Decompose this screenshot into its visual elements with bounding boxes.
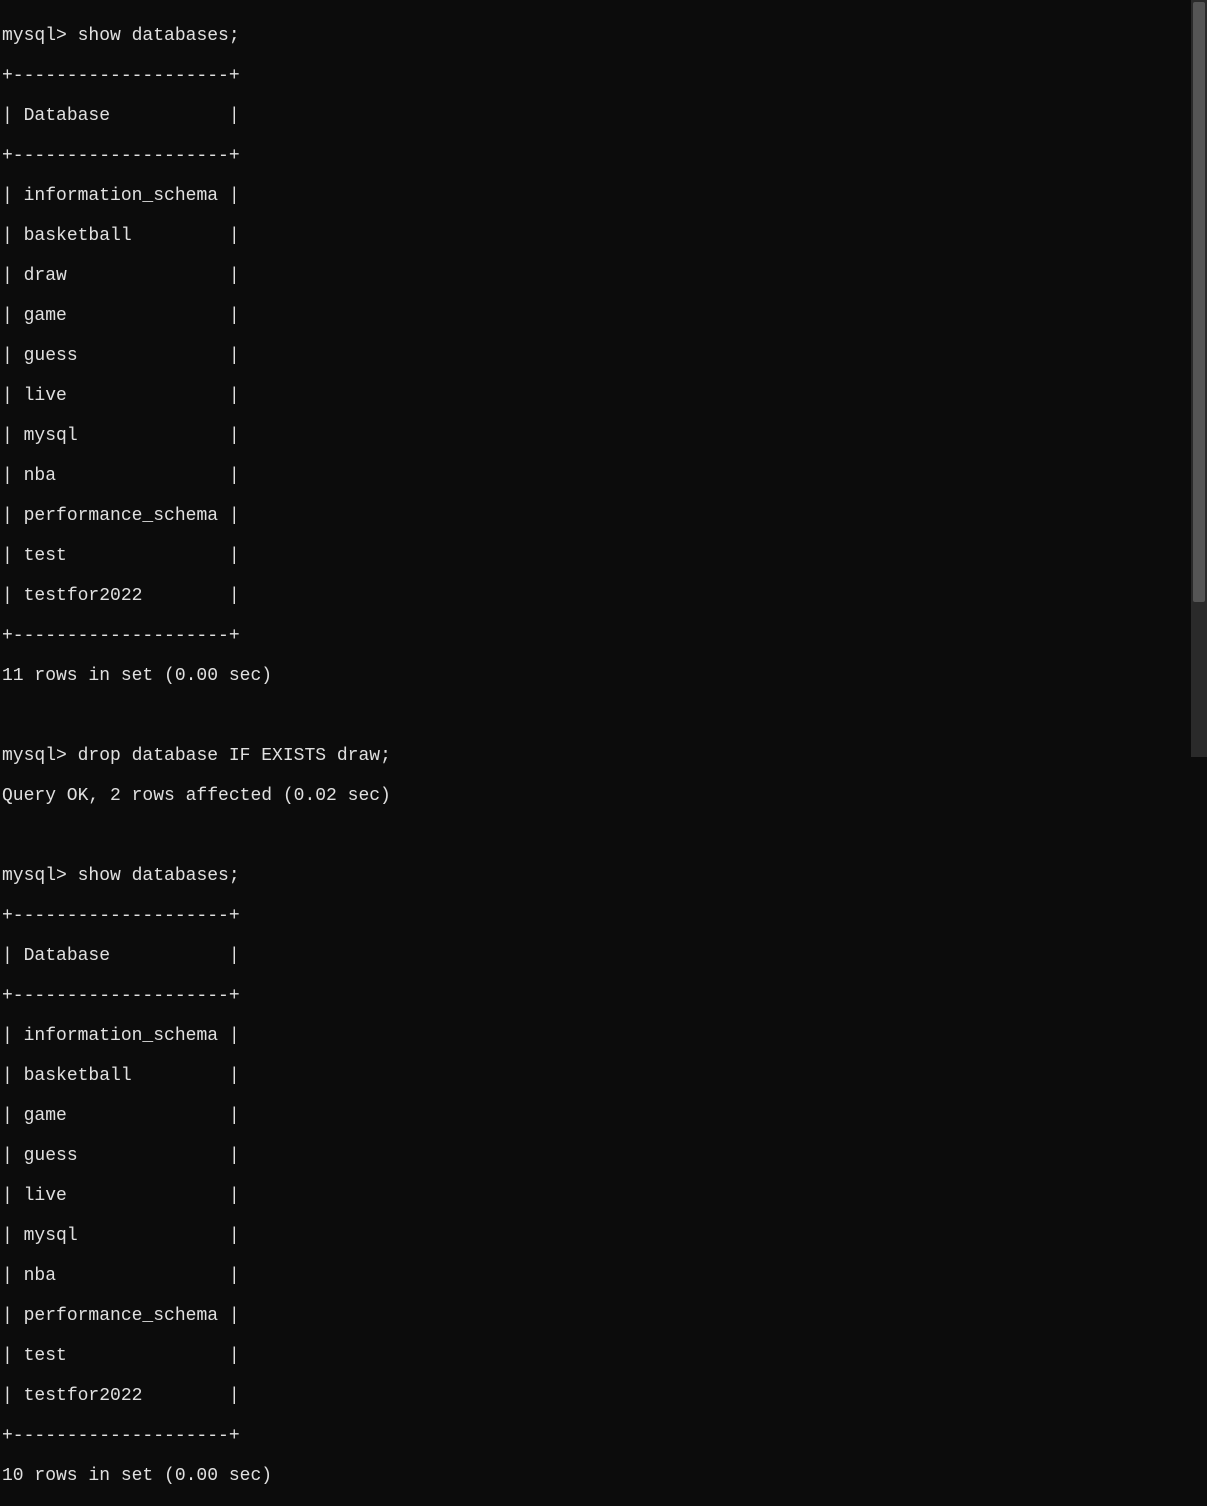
table-border: +--------------------+ [2,986,1207,1006]
prompt: mysql> [2,866,67,886]
command-line: mysql> show databases; [2,26,1207,46]
table-row: | mysql | [2,426,1207,446]
table-border: +--------------------+ [2,146,1207,166]
table-row: | nba | [2,1266,1207,1286]
table-row: | live | [2,1186,1207,1206]
table-row: | draw | [2,266,1207,286]
result-footer: 10 rows in set (0.00 sec) [2,1466,1207,1486]
table-border: +--------------------+ [2,906,1207,926]
table-row: | test | [2,546,1207,566]
table-border: +--------------------+ [2,66,1207,86]
table-row: | nba | [2,466,1207,486]
table-row: | testfor2022 | [2,1386,1207,1406]
command-text: show databases; [78,866,240,886]
result-footer: 11 rows in set (0.00 sec) [2,666,1207,686]
blank-line [2,826,1207,846]
query-result: Query OK, 2 rows affected (0.02 sec) [2,786,1207,806]
table-header-row: | Database | [2,946,1207,966]
table-border: +--------------------+ [2,1426,1207,1446]
scrollbar-thumb[interactable] [1193,2,1205,602]
table-row: | game | [2,306,1207,326]
table-row: | mysql | [2,1226,1207,1246]
table-header: Database [24,946,110,966]
table-row: | information_schema | [2,186,1207,206]
table-header-row: | Database | [2,106,1207,126]
table-row: | guess | [2,346,1207,366]
blank-line [2,706,1207,726]
table-row: | information_schema | [2,1026,1207,1046]
table-row: | basketball | [2,226,1207,246]
command-line: mysql> drop database IF EXISTS draw; [2,746,1207,766]
table-row: | live | [2,386,1207,406]
prompt: mysql> [2,746,67,766]
table-row: | basketball | [2,1066,1207,1086]
table-row: | guess | [2,1146,1207,1166]
table-row: | performance_schema | [2,506,1207,526]
command-line: mysql> show databases; [2,866,1207,886]
table-row: | test | [2,1346,1207,1366]
table-row: | performance_schema | [2,1306,1207,1326]
mysql-terminal[interactable]: mysql> show databases; +----------------… [0,0,1207,1506]
table-row: | game | [2,1106,1207,1126]
table-border: +--------------------+ [2,626,1207,646]
prompt: mysql> [2,26,67,46]
table-header: Database [24,106,110,126]
table-row: | testfor2022 | [2,586,1207,606]
command-text: drop database IF EXISTS draw; [78,746,391,766]
command-text: show databases; [78,26,240,46]
vertical-scrollbar[interactable] [1191,0,1207,757]
